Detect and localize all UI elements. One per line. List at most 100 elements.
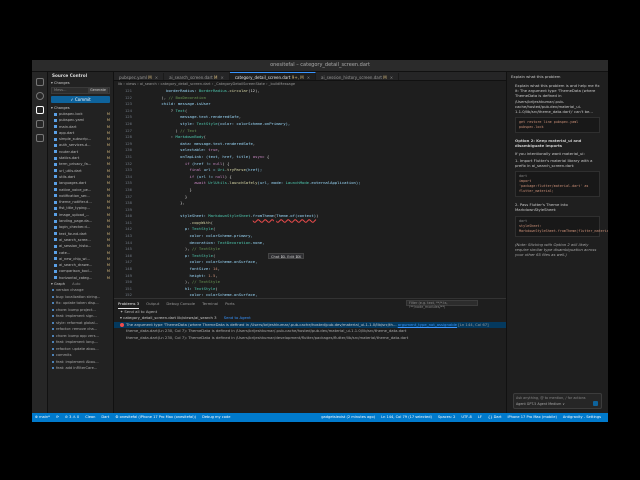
code-line: 122 ), // BoxDecoration xyxy=(114,95,506,102)
dart-file-icon xyxy=(54,238,57,242)
code-token: renderedSafe xyxy=(224,140,253,146)
editor-tab[interactable]: category_detail_screen.dart 9+, M × xyxy=(229,72,317,80)
problem-related-row[interactable]: theme_data.dart(Ln 230, Col 7): ThemeDat… xyxy=(114,335,506,342)
model-selector[interactable]: Agent GPT-5 Agent Medium ∨ xyxy=(516,402,565,406)
status-item[interactable]: Clean xyxy=(85,413,95,422)
changed-file-name: ai_search_scree... xyxy=(59,237,91,242)
breadcrumb[interactable]: lib › views › ai_search › category_detai… xyxy=(114,81,506,88)
problems-filter-input[interactable]: Filter (e.g. text, **/*.ts, !**/node_mod… xyxy=(406,300,478,309)
editor-tab[interactable]: ai_session_history_screen.dart M × xyxy=(316,73,400,80)
chat-input[interactable]: Ask anything, @ to mention, / for action… xyxy=(513,393,602,409)
close-tab-icon[interactable]: × xyxy=(220,75,223,80)
line-number: 140 xyxy=(124,213,132,219)
changes-label: Changes xyxy=(53,81,70,85)
dart-file-icon xyxy=(54,118,57,122)
line-number: 135 xyxy=(124,180,132,186)
send-icon[interactable] xyxy=(593,401,598,406)
generate-button[interactable]: Generate xyxy=(88,88,108,93)
code-token: message xyxy=(177,101,195,107)
files-icon[interactable] xyxy=(36,78,44,86)
status-item[interactable]: ⊘ 3 ⚠ 0 xyxy=(65,413,79,422)
dart-file-icon xyxy=(54,257,57,261)
editor-tab[interactable]: ai_search_screen.dart M × xyxy=(164,73,230,80)
status-item[interactable]: Dart xyxy=(101,413,109,422)
code-token: }, xyxy=(138,200,185,206)
code-token: , xyxy=(217,147,220,153)
dart-file-icon xyxy=(54,156,57,160)
status-item[interactable]: gadgetsiexist (2 minutes ago) xyxy=(321,413,375,422)
source-control-sidebar: Source Control ▾ Changes Mess... Generat… xyxy=(48,72,114,413)
commit-message-input[interactable]: Mess... Generate xyxy=(51,87,110,94)
line-number: 125 xyxy=(124,114,132,120)
status-item[interactable]: iPhone 17 Pro Max (mobile) xyxy=(508,413,557,422)
dart-file-icon xyxy=(54,251,57,255)
status-item[interactable]: ⊗ main* xyxy=(35,413,50,422)
code-token: ( xyxy=(184,107,188,113)
send-to-agent-link[interactable]: Send to Agent xyxy=(224,315,251,320)
code-token: ) xyxy=(138,127,181,133)
code-token: renderedSafe xyxy=(210,114,239,120)
inline-chat-hint[interactable]: Chat ⌘L Edit ⌘K xyxy=(268,253,305,259)
code-token: style: xyxy=(138,120,197,126)
line-number: 144 xyxy=(124,239,132,245)
send-all-label: Send all to Agent xyxy=(124,309,158,314)
status-item[interactable]: {} Dart xyxy=(488,413,502,422)
changed-file-name: ai_session_histo... xyxy=(59,244,92,249)
changes-section-header[interactable]: ▾ Changes xyxy=(48,80,113,86)
code-token: await xyxy=(194,180,206,186)
status-item[interactable]: Ln 144, Col 79 (17 selected) xyxy=(381,413,432,422)
panel-tab[interactable]: Debug Console xyxy=(166,299,195,308)
search-icon[interactable] xyxy=(36,92,44,100)
code-line: 151 h1: TextStyle( xyxy=(114,286,506,293)
status-item[interactable]: UTF-8 xyxy=(461,413,471,422)
changed-file-item[interactable]: horizontal_categ... M xyxy=(48,275,113,281)
line-number: 136 xyxy=(124,186,132,192)
changed-file-name: text_found.dart xyxy=(59,231,87,236)
status-item[interactable]: Debug my code xyxy=(202,413,230,422)
send-all-to-agent[interactable]: ✦ Send all to Agent xyxy=(114,308,506,315)
code-token: (href != xyxy=(189,160,213,166)
editor-tab[interactable]: pubspec.yaml M × xyxy=(114,73,165,80)
commit-button[interactable]: ✓ Commit xyxy=(51,96,110,103)
code-line: 135 await UrlUtils.launchSafely(url, mod… xyxy=(114,180,506,187)
problem-code-link[interactable]: argument_type_not_assignable xyxy=(398,322,457,327)
panel-tab[interactable]: Terminal xyxy=(202,299,218,308)
chat-note: (Note: Sticking with Option 2 will likel… xyxy=(515,241,597,258)
chat-code-block[interactable]: dart import 'package:flutter/material.dar… xyxy=(515,171,600,198)
close-tab-icon[interactable]: × xyxy=(307,75,310,80)
changed-file-name: fist_title_typing... xyxy=(59,206,90,211)
changed-file-name: horizontal_categ... xyxy=(59,275,93,280)
code-token: styleSheet: xyxy=(138,213,209,219)
line-number: 137 xyxy=(124,193,132,199)
graph-mode[interactable]: Auto xyxy=(72,282,80,286)
code-line: 137 } xyxy=(114,194,506,201)
code-line: 142 p: TextStyle( xyxy=(114,226,506,233)
close-tab-icon[interactable]: × xyxy=(155,75,158,80)
extensions-icon[interactable] xyxy=(36,134,44,142)
status-item[interactable]: LF xyxy=(478,413,482,422)
status-item[interactable]: Antigravity - Settings xyxy=(563,413,601,422)
status-item[interactable]: ⟳ xyxy=(56,413,59,422)
code-line: 131 onTapLink: (text, href, title) async… xyxy=(114,154,506,161)
code-token: UrlUtils xyxy=(208,180,228,186)
close-tab-icon[interactable]: × xyxy=(390,75,393,80)
chat-code-block[interactable]: get restore line pubspec.yaml pubspec.lo… xyxy=(515,117,600,134)
code-line: 125 message.text.renderedSafe, xyxy=(114,114,506,121)
chat-code-block[interactable]: dart styleSheet: MarkdownStyleSheet.fromT… xyxy=(515,215,608,237)
run-debug-icon[interactable] xyxy=(36,120,44,128)
status-item[interactable]: Spaces: 2 xyxy=(438,413,455,422)
source-control-icon[interactable] xyxy=(36,106,44,114)
graph-commit-item[interactable]: feat: add inFilterCare... xyxy=(48,365,113,372)
status-item[interactable]: ⚙ onesitefal (iPhone 17 Pro Max (onesite… xyxy=(115,413,196,422)
code-token: TextStyle xyxy=(196,120,218,126)
code-token: height: xyxy=(138,272,209,278)
code-editor[interactable]: 121 borderRadius: BorderRadius.circular(… xyxy=(114,88,506,298)
panel-tab[interactable]: Output xyxy=(146,299,159,308)
code-line: 127 ) // Text xyxy=(114,128,506,135)
dart-file-icon xyxy=(54,263,57,267)
code-token: final xyxy=(189,167,202,173)
code-token: tryParse xyxy=(227,167,246,173)
code-token: , xyxy=(217,266,220,272)
panel-tab[interactable]: Ports xyxy=(225,299,235,308)
line-number: 139 xyxy=(124,206,132,212)
